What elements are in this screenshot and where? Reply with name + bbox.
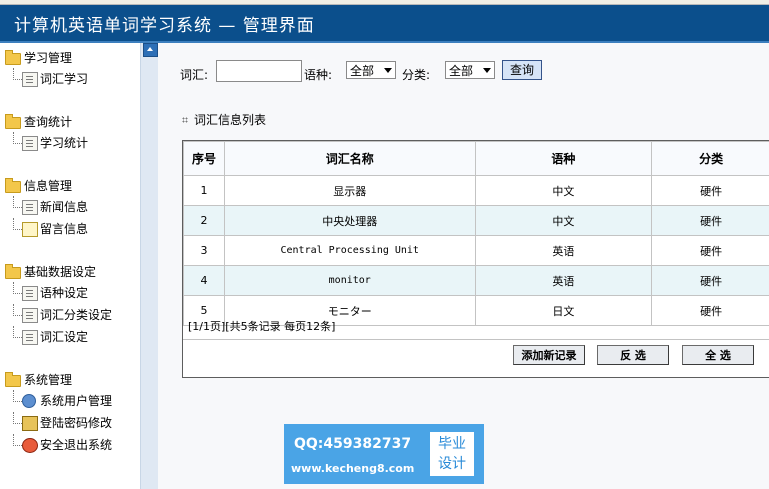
users-icon <box>22 394 36 408</box>
select-all-button[interactable]: 全 选 <box>682 345 754 365</box>
sidebar-group-info: 信息管理 新闻信息 留言信息 <box>0 176 88 240</box>
sidebar-item-word-settings[interactable]: 词汇设定 <box>0 326 112 348</box>
table-header-row: 序号 词汇名称 语种 分类 <box>183 141 769 176</box>
folder-icon <box>5 178 21 193</box>
dropdown-arrow-icon <box>384 68 392 73</box>
app-title: 计算机英语单词学习系统 — 管理界面 <box>14 16 315 36</box>
word-search-input[interactable] <box>216 60 302 82</box>
sidebar-item-word-study[interactable]: 词汇学习 <box>0 68 88 90</box>
sidebar-item-messages[interactable]: 留言信息 <box>0 218 88 240</box>
table-row[interactable]: 2 中央处理器 中文 硬件 <box>183 205 769 236</box>
dropdown-arrow-icon <box>483 68 491 73</box>
sidebar-group-title[interactable]: 系统管理 <box>0 370 112 390</box>
category-select[interactable]: 全部 <box>445 61 495 79</box>
sidebar-group-title[interactable]: 基础数据设定 <box>0 262 112 282</box>
sidebar: 学习管理 词汇学习 查询统计 学习统计 信息管理 新闻信息 留言信息 基础数据设… <box>0 43 140 489</box>
sidebar-group-system: 系统管理 系统用户管理 登陆密码修改 安全退出系统 <box>0 370 112 456</box>
document-icon <box>22 136 38 151</box>
exit-icon <box>22 438 38 453</box>
watermark-site: www.kecheng8.com <box>291 462 415 475</box>
folder-icon <box>5 50 21 65</box>
document-icon <box>22 330 38 345</box>
collapse-sidebar-button[interactable] <box>143 43 158 57</box>
column-header: 语种 <box>474 141 653 176</box>
word-label: 词汇: <box>180 68 209 82</box>
lock-icon <box>22 416 38 431</box>
sidebar-group-study: 学习管理 词汇学习 <box>0 48 88 90</box>
main-content: 词汇: 语种: 全部 分类: 全部 查询 词汇信息列表 序号 词汇名称 语种 分… <box>158 43 769 489</box>
column-header: 序号 <box>183 141 225 176</box>
sidebar-item-language-settings[interactable]: 语种设定 <box>0 282 112 304</box>
sidebar-group-stats: 查询统计 学习统计 <box>0 112 88 154</box>
sidebar-divider <box>140 43 159 489</box>
pager-info: [1/1页][共5条记录 每页12条] <box>188 320 336 333</box>
sidebar-item-category-settings[interactable]: 词汇分类设定 <box>0 304 112 326</box>
document-icon <box>22 200 38 215</box>
table-row[interactable]: 3 Central Processing Unit 英语 硬件 <box>183 235 769 266</box>
document-icon <box>22 286 38 301</box>
query-button[interactable]: 查询 <box>502 60 542 80</box>
list-title: 词汇信息列表 <box>182 111 266 128</box>
add-record-button[interactable]: 添加新记录 <box>513 345 585 365</box>
watermark-qq: QQ:459382737 <box>294 436 412 452</box>
watermark-banner: QQ:459382737 www.kecheng8.com 毕业 设计 <box>284 424 484 484</box>
column-header: 词汇名称 <box>223 141 476 176</box>
document-icon <box>22 72 38 87</box>
sidebar-item-user-management[interactable]: 系统用户管理 <box>0 390 112 412</box>
document-icon <box>22 308 38 323</box>
table-row[interactable]: 4 monitor 英语 硬件 <box>183 265 769 296</box>
sidebar-group-title[interactable]: 学习管理 <box>0 48 88 68</box>
sidebar-item-study-stats[interactable]: 学习统计 <box>0 132 88 154</box>
folder-icon <box>5 114 21 129</box>
app-header: 计算机英语单词学习系统 — 管理界面 <box>0 5 769 43</box>
sidebar-group-title[interactable]: 查询统计 <box>0 112 88 132</box>
folder-icon <box>5 372 21 387</box>
sidebar-item-logout[interactable]: 安全退出系统 <box>0 434 112 456</box>
sidebar-item-news[interactable]: 新闻信息 <box>0 196 88 218</box>
note-icon <box>22 222 38 237</box>
sidebar-group-title[interactable]: 信息管理 <box>0 176 88 196</box>
dots-icon <box>182 117 188 123</box>
watermark-badge: 毕业 设计 <box>430 432 474 476</box>
column-header: 分类 <box>651 141 769 176</box>
table-row[interactable]: 1 显示器 中文 硬件 <box>183 175 769 206</box>
folder-icon <box>5 264 21 279</box>
language-select[interactable]: 全部 <box>346 61 396 79</box>
word-table: 序号 词汇名称 语种 分类 1 显示器 中文 硬件 2 中央处理器 中文 硬件 3 Centr… <box>183 141 769 326</box>
sidebar-item-change-password[interactable]: 登陆密码修改 <box>0 412 112 434</box>
category-label: 分类: <box>402 68 431 82</box>
language-label: 语种: <box>304 68 333 82</box>
sidebar-group-basedata: 基础数据设定 语种设定 词汇分类设定 词汇设定 <box>0 262 112 348</box>
invert-selection-button[interactable]: 反 选 <box>597 345 669 365</box>
